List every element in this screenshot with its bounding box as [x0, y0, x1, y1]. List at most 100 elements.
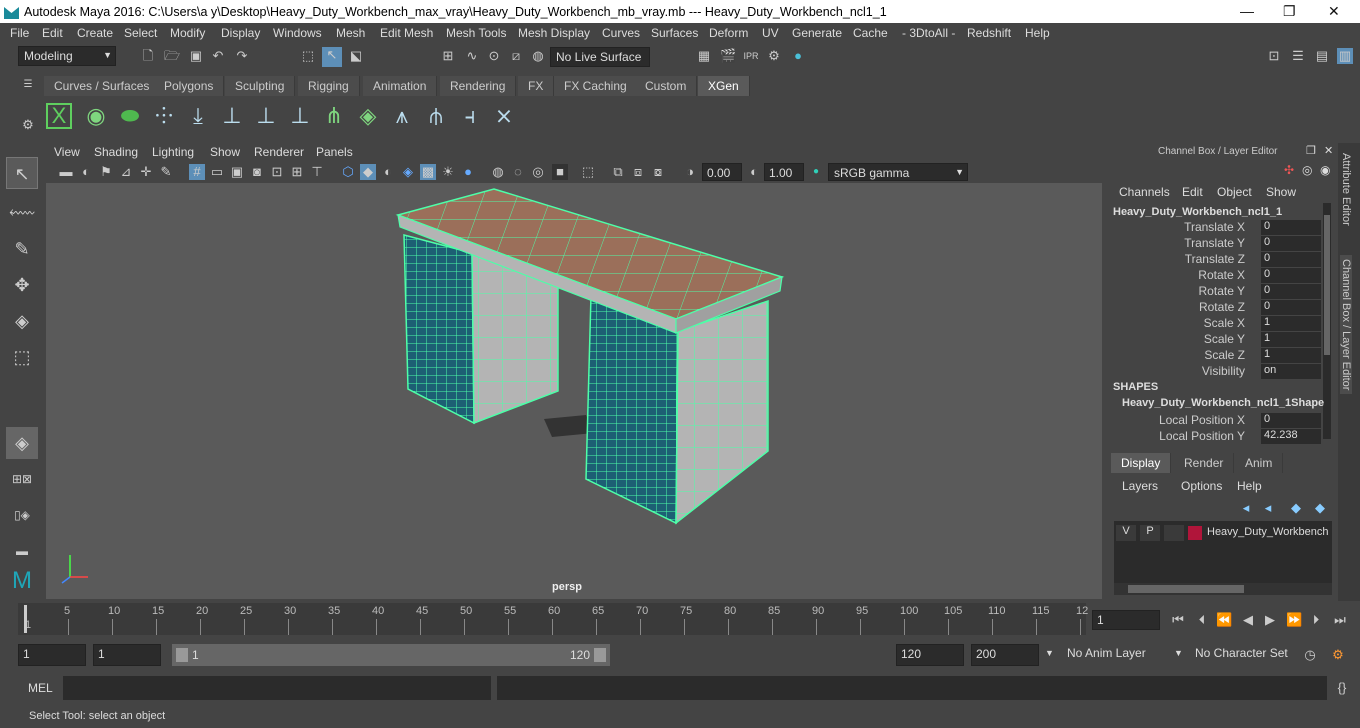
menu-surfaces[interactable]: Surfaces [651, 26, 698, 40]
mel-label[interactable]: MEL [28, 681, 53, 695]
menu-edit[interactable]: Edit [42, 26, 63, 40]
menu-mesh-display[interactable]: Mesh Display [518, 26, 590, 40]
maximize-button[interactable]: ❐ [1283, 3, 1296, 20]
tab-channel-box[interactable]: Channel Box / Layer Editor [1340, 255, 1352, 395]
safe-title-icon[interactable]: ⊤ [309, 164, 325, 180]
menu-generate[interactable]: Generate [792, 26, 842, 40]
ipr-render-icon[interactable]: IPR [743, 48, 759, 64]
tab-xgen[interactable]: XGen [698, 76, 750, 96]
attr-row[interactable]: Scale X 1 [1108, 316, 1323, 332]
time-slider[interactable]: 5 10 15 20 25 30 35 40 45 50 55 60 65 70 75 80 85 90 95 100… [18, 603, 1088, 635]
snap-plane-icon[interactable]: ⧄ [508, 48, 524, 64]
attr-row[interactable]: Visibility on [1108, 364, 1323, 380]
attr-value[interactable]: 1 [1261, 348, 1321, 363]
select-objects-icon[interactable]: ↖ [322, 47, 342, 67]
close-button[interactable]: ✕ [1328, 3, 1340, 20]
xgen-lock-guide-icon[interactable]: ⊥ [284, 100, 316, 132]
tab-custom[interactable]: Custom [635, 76, 698, 96]
image-plane-icon[interactable]: ⊿ [118, 164, 134, 180]
float-panel-icon[interactable]: ❐ [1306, 144, 1316, 157]
new-layer-selected-icon[interactable]: ◆ [1312, 500, 1328, 516]
layer-visibility-toggle[interactable]: V [1116, 525, 1136, 541]
minimize-button[interactable]: — [1240, 3, 1254, 19]
attr-value[interactable]: 0 [1261, 284, 1321, 299]
exposure-icon[interactable]: ◑ [682, 164, 698, 180]
isolate-select-icon[interactable]: ⬚ [580, 164, 596, 180]
menu-edit-mesh[interactable]: Edit Mesh [380, 26, 433, 40]
screen-space-ao-icon[interactable]: ◍ [490, 164, 506, 180]
snap-point-icon[interactable]: ⊙ [486, 48, 502, 64]
xgen-convert-icon[interactable]: ◈ [352, 100, 384, 132]
attr-row[interactable]: Local Position X 0 [1108, 413, 1323, 429]
workbench-model[interactable] [46, 183, 1102, 599]
scroll-thumb[interactable] [1128, 585, 1244, 593]
2d-pan-zoom-icon[interactable]: ✛ [138, 164, 154, 180]
menu-file[interactable]: File [10, 26, 29, 40]
tab-fx-caching[interactable]: FX Caching [554, 76, 638, 96]
default-lighting-icon[interactable]: ◐ [380, 164, 396, 180]
snap-grid-icon[interactable]: ⊞ [440, 48, 456, 64]
vp-menu-view[interactable]: View [54, 145, 80, 159]
step-back-key-icon[interactable]: ⏪ [1216, 612, 1232, 628]
layer-display-type[interactable] [1164, 525, 1184, 541]
grid-icon[interactable]: # [189, 164, 205, 180]
cb-menu-edit[interactable]: Edit [1182, 185, 1203, 199]
menu-cache[interactable]: Cache [853, 26, 888, 40]
playback-start-field[interactable]: 1 [93, 644, 161, 666]
xgen-preview-icon[interactable]: ◉ [80, 100, 112, 132]
chevron-down-icon[interactable]: ▼ [1174, 648, 1183, 658]
select-hierarchy-icon[interactable]: ⬚ [300, 48, 316, 64]
menu-modify[interactable]: Modify [170, 26, 205, 40]
safe-action-icon[interactable]: ⊞ [289, 164, 305, 180]
rotate-tool-icon[interactable]: ◈ [6, 305, 38, 337]
open-scene-icon[interactable]: 🗁 [164, 48, 180, 64]
menu-deform[interactable]: Deform [709, 26, 748, 40]
paint-select-tool-icon[interactable]: ✎ [6, 233, 38, 265]
chevron-down-icon[interactable]: ▼ [1045, 648, 1054, 658]
attr-value[interactable]: on [1261, 364, 1321, 379]
xgen-normalize-icon[interactable]: ⫞ [454, 100, 486, 132]
scroll-thumb[interactable] [1324, 215, 1330, 355]
motion-blur-icon[interactable]: ◌ [510, 164, 526, 180]
attr-value[interactable]: 1 [1261, 316, 1321, 331]
outliner-layout-icon[interactable]: ▬ [6, 535, 38, 567]
smooth-shade-icon[interactable]: ◆ [360, 164, 376, 180]
attr-row[interactable]: Translate X 0 [1108, 220, 1323, 236]
xgen-description-icon[interactable]: ⬬ [114, 100, 146, 132]
xray-joints-icon[interactable]: ⧈ [630, 164, 646, 180]
layer-color-swatch[interactable] [1188, 526, 1202, 540]
manipulator-icon[interactable]: ✣ [1284, 163, 1294, 177]
wireframe-icon[interactable]: ⬡ [340, 164, 356, 180]
menu-uv[interactable]: UV [762, 26, 779, 40]
vp-menu-renderer[interactable]: Renderer [254, 145, 304, 159]
four-view-icon[interactable]: ⊞⊠ [6, 463, 38, 495]
vp-menu-shading[interactable]: Shading [94, 145, 138, 159]
move-tool-icon[interactable]: ✥ [6, 269, 38, 301]
xgen-insert-cv-icon[interactable]: ⊥ [216, 100, 248, 132]
camera-icon[interactable]: ▬ [58, 164, 74, 180]
layer-menu-help[interactable]: Help [1237, 479, 1262, 493]
scale-tool-icon[interactable]: ⬚ [6, 341, 38, 373]
tab-rigging[interactable]: Rigging [298, 76, 360, 96]
layer-row[interactable]: V P Heavy_Duty_Workbench [1116, 525, 1330, 541]
shelf-menu-icon[interactable]: ☰ [20, 77, 36, 93]
play-backwards-icon[interactable]: ◀ [1240, 612, 1256, 628]
xgen-groom-icon[interactable]: ⫛ [420, 100, 452, 132]
menu-mesh[interactable]: Mesh [336, 26, 365, 40]
auto-key-icon[interactable]: ◷ [1302, 647, 1318, 663]
attr-row[interactable]: Rotate Y 0 [1108, 284, 1323, 300]
render-icon[interactable]: 🎬 [720, 48, 736, 64]
channel-scrollbar[interactable] [1323, 203, 1331, 439]
single-view-icon[interactable]: ◈ [6, 427, 38, 459]
menu-mesh-tools[interactable]: Mesh Tools [446, 26, 506, 40]
vp-menu-show[interactable]: Show [210, 145, 240, 159]
go-to-start-icon[interactable]: ⏮ [1170, 612, 1186, 628]
render-view-icon[interactable]: ▦ [696, 48, 712, 64]
layer-menu-options[interactable]: Options [1181, 479, 1222, 493]
tab-fx[interactable]: FX [518, 76, 555, 96]
resolution-gate-icon[interactable]: ▣ [229, 164, 245, 180]
select-tool-icon[interactable]: ↖ [6, 157, 38, 189]
attr-row[interactable]: Scale Y 1 [1108, 332, 1323, 348]
multisample-aa-icon[interactable]: ◎ [530, 164, 546, 180]
tab-curves-surfaces[interactable]: Curves / Surfaces [44, 76, 161, 96]
